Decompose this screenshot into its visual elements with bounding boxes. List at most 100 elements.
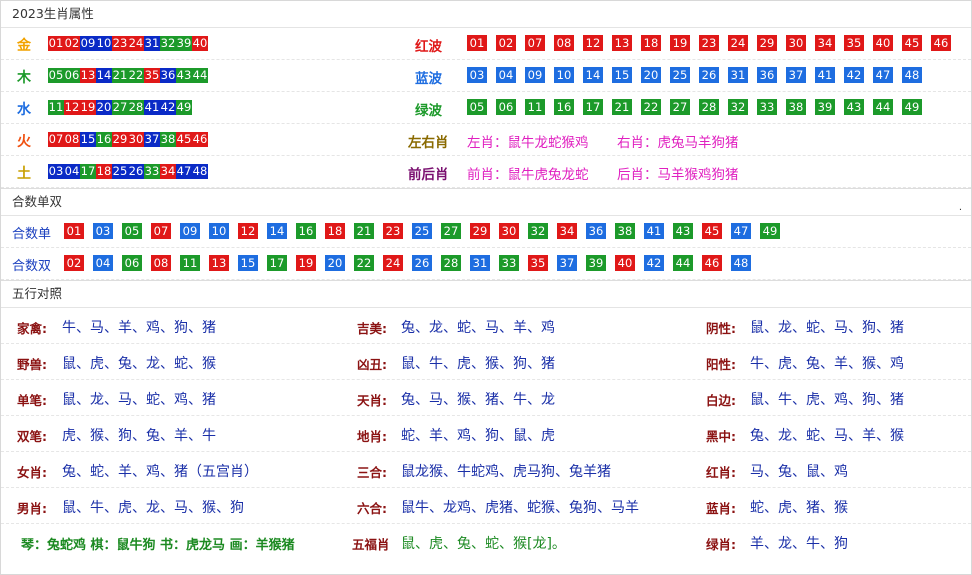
number-badge: 38	[786, 99, 806, 115]
number-badge: 15	[80, 132, 96, 147]
wuxing-label: 单笔:	[17, 393, 47, 408]
number-badge: 32	[160, 36, 176, 51]
wuxing-value: 鼠、牛、虎、龙、马、猴、狗	[62, 500, 244, 516]
element-numbers: 03041718252633344748	[48, 164, 208, 179]
side-zodiac-b: 后肖：马羊猴鸡狗猪	[617, 167, 739, 183]
number-badge: 43	[673, 223, 693, 239]
wuxing-value: 兔、蛇、羊、鸡、猪（五宫肖）	[62, 464, 258, 480]
number-badge: 35	[144, 68, 160, 83]
number-badge: 11	[180, 255, 200, 271]
number-badge: 33	[499, 255, 519, 271]
number-badge: 13	[612, 35, 632, 51]
wuxing-label: 阴性:	[706, 321, 736, 336]
element-label: 水	[17, 102, 31, 118]
wuxing-label: 天肖:	[357, 393, 387, 408]
fortune-label: 五福肖	[352, 537, 390, 552]
number-badge: 34	[160, 164, 176, 179]
number-badge: 26	[128, 164, 144, 179]
number-badge: 42	[844, 67, 864, 83]
number-badge: 25	[412, 223, 432, 239]
heshu-row: 合数双 02 04 06 08 11 13 15 17 19 20 22 24 26 28 31 33 35 37 3…	[1, 248, 971, 280]
number-badge: 21	[112, 68, 128, 83]
number-badge: 39	[176, 36, 192, 51]
number-badge: 41	[815, 67, 835, 83]
wuxing-rows: 家禽: 牛、马、羊、鸡、狗、猪 吉美: 兔、龙、蛇、马、羊、鸡 阴性: 鼠、龙、蛇、马、狗…	[1, 308, 971, 559]
zodiac-row: 火 07081516293037384546 左右肖 左肖：鼠牛龙蛇猴鸡 右肖：虎兔马羊…	[1, 124, 971, 156]
wave-label: 蓝波	[415, 71, 442, 87]
number-badge: 40	[873, 35, 893, 51]
number-badge: 45	[902, 35, 922, 51]
wuxing-value: 鼠、牛、虎、鸡、狗、猪	[750, 392, 904, 408]
element-label: 金	[17, 38, 31, 54]
number-badge: 08	[151, 255, 171, 271]
number-badge: 16	[96, 132, 112, 147]
wuxing-label: 三合:	[357, 465, 387, 480]
number-badge: 28	[128, 100, 144, 115]
number-badge: 01	[64, 223, 84, 239]
number-badge: 37	[557, 255, 577, 271]
number-badge: 38	[160, 132, 176, 147]
number-badge: 34	[557, 223, 577, 239]
number-badge: 33	[144, 164, 160, 179]
number-badge: 33	[757, 99, 777, 115]
number-badge: 09	[180, 223, 200, 239]
side-zodiac-label: 前后肖	[408, 167, 449, 183]
number-badge: 12	[238, 223, 258, 239]
number-badge: 07	[151, 223, 171, 239]
wuxing-value: 牛、马、羊、鸡、狗、猪	[62, 320, 216, 336]
number-badge: 04	[64, 164, 80, 179]
number-badge: 32	[528, 223, 548, 239]
arts-zodiac: 琴：兔蛇鸡 棋：鼠牛狗 书：虎龙马 画：羊猴猪	[21, 538, 295, 553]
side-zodiac-a: 左肖：鼠牛龙蛇猴鸡	[467, 135, 589, 151]
wuxing-value: 鼠、龙、蛇、马、狗、猪	[750, 320, 904, 336]
number-badge: 48	[192, 164, 208, 179]
number-badge: 31	[144, 36, 160, 51]
element-numbers: 07081516293037384546	[48, 132, 208, 147]
number-badge: 31	[728, 67, 748, 83]
wuxing-label: 家禽:	[17, 321, 47, 336]
number-badge: 45	[176, 132, 192, 147]
zodiac-row: 木 05061314212235364344 蓝波 03 04 09 10 14 15 20 25 2…	[1, 60, 971, 92]
wuxing-value: 兔、龙、蛇、马、羊、鸡	[401, 320, 555, 336]
number-badge: 04	[93, 255, 113, 271]
number-badge: 43	[844, 99, 864, 115]
number-badge: 49	[760, 223, 780, 239]
number-badge: 13	[80, 68, 96, 83]
element-label: 火	[17, 134, 31, 150]
wuxing-row: 单笔: 鼠、龙、马、蛇、鸡、猪 天肖: 兔、马、猴、猪、牛、龙 白边: 鼠、牛、虎、鸡、狗…	[1, 380, 971, 416]
number-badge: 21	[612, 99, 632, 115]
number-badge: 06	[122, 255, 142, 271]
number-badge: 44	[192, 68, 208, 83]
wave-label: 绿波	[415, 103, 442, 119]
wave-numbers: 05 06 11 16 17 21 22 27 28 32 33 38 39 43 44 49	[467, 99, 931, 115]
number-badge: 27	[670, 99, 690, 115]
number-badge: 37	[786, 67, 806, 83]
number-badge: 40	[192, 36, 208, 51]
element-label: 土	[17, 166, 31, 182]
number-badge: 17	[583, 99, 603, 115]
wuxing-label: 女肖:	[17, 465, 47, 480]
number-badge: 25	[670, 67, 690, 83]
wuxing-value: 虎、猴、狗、兔、羊、牛	[62, 428, 216, 444]
number-badge: 46	[702, 255, 722, 271]
number-badge: 47	[731, 223, 751, 239]
number-badge: 24	[128, 36, 144, 51]
heshu-section-title: 合数单双 .	[1, 188, 971, 216]
zodiac-table: 2023生肖属性 金 01020910232431323940 红波 01 02 07 08…	[0, 0, 972, 575]
wuxing-label: 男肖:	[17, 501, 47, 516]
number-badge: 11	[48, 100, 64, 115]
number-badge: 25	[112, 164, 128, 179]
number-badge: 27	[441, 223, 461, 239]
number-badge: 39	[586, 255, 606, 271]
number-badge: 01	[48, 36, 64, 51]
wuxing-row: 男肖: 鼠、牛、虎、龙、马、猴、狗 六合: 鼠牛、龙鸡、虎猪、蛇猴、兔狗、马羊 蓝肖: 蛇…	[1, 488, 971, 524]
number-badge: 28	[699, 99, 719, 115]
number-badge: 03	[48, 164, 64, 179]
side-zodiac-b: 右肖：虎兔马羊狗猪	[617, 135, 739, 151]
wave-numbers: 01 02 07 08 12 13 18 19 23 24 29 30 34 35 40 45 46	[467, 35, 960, 51]
wuxing-value: 鼠、牛、虎、猴、狗、猪	[401, 356, 555, 372]
number-badge: 02	[64, 36, 80, 51]
number-badge: 03	[467, 67, 487, 83]
number-badge: 09	[525, 67, 545, 83]
wuxing-label: 吉美:	[357, 321, 387, 336]
